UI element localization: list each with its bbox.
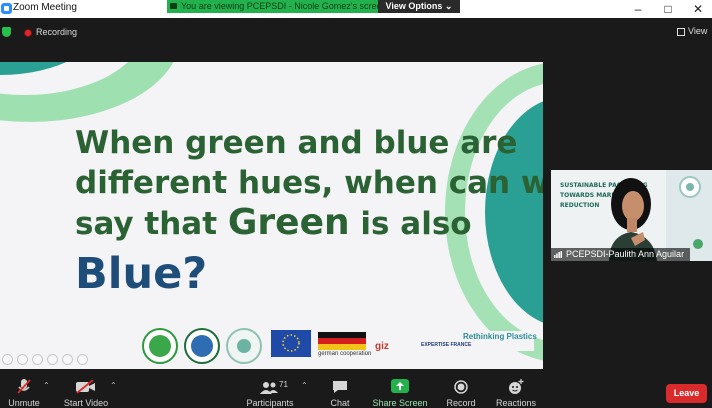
record-icon [454, 380, 468, 394]
participants-icon [260, 382, 278, 394]
unmute-label: Unmute [8, 398, 40, 408]
leave-meeting-button[interactable]: Leave [666, 384, 707, 403]
participants-label: Participants [246, 398, 294, 408]
reactions-button[interactable]: Reactions [494, 375, 538, 408]
share-screen-icon [170, 3, 177, 9]
sponsor-logos: german cooperation giz EXPERTISE FRANCE … [140, 327, 540, 367]
participants-button[interactable]: 71 Participants [244, 375, 296, 408]
german-cooperation-logo: german cooperation [318, 351, 372, 357]
zoom-app-icon [1, 3, 12, 14]
video-options-chevron-icon[interactable]: ⌃ [110, 381, 117, 390]
unmute-button[interactable]: Unmute [2, 375, 46, 408]
meeting-toolbar: Unmute ⌃ Start Video ⌃ 71 Participants ⌃… [0, 375, 712, 408]
minimize-icon[interactable]: – [628, 1, 648, 17]
reactions-icon [509, 379, 524, 394]
recording-label: Recording [36, 27, 78, 37]
grid-view-icon[interactable] [677, 28, 685, 36]
slide-line-3-pre: say that [75, 206, 228, 242]
audio-options-chevron-icon[interactable]: ⌃ [43, 381, 50, 390]
signal-strength-icon [554, 251, 562, 258]
reactions-label: Reactions [495, 398, 537, 408]
view-options-button[interactable]: View Options ⌄ [378, 0, 460, 13]
eraser-tool-icon[interactable] [47, 354, 58, 365]
window-title: Zoom Meeting [13, 2, 77, 13]
rethinking-plastics-logo: Rethinking Plastics [463, 332, 537, 341]
slide-line-3-post: is also [349, 206, 472, 242]
start-video-label: Start Video [63, 398, 109, 408]
view-options-label: View Options [385, 1, 443, 11]
slide-heading: When green and blue are different hues, … [75, 123, 543, 299]
record-button[interactable]: Record [440, 375, 482, 408]
record-label: Record [446, 398, 476, 408]
start-video-button[interactable]: Start Video [62, 375, 110, 408]
screen-share-banner: You are viewing PCEPSDI - Nicole Gomez's… [167, 0, 386, 13]
shield-icon[interactable] [2, 27, 11, 37]
share-screen-button[interactable]: Share Screen [372, 375, 428, 408]
expertise-france-logo: EXPERTISE FRANCE [421, 342, 472, 348]
participants-options-chevron-icon[interactable]: ⌃ [301, 381, 308, 390]
slide-word-green: Green [227, 202, 350, 243]
view-button[interactable]: View [688, 26, 707, 36]
screen-share-banner-text: You are viewing PCEPSDI - Nicole Gomez's… [181, 1, 387, 11]
video-off-icon [76, 380, 95, 394]
slide-word-blue: Blue? [75, 249, 208, 299]
recording-icon [24, 29, 32, 37]
zoom-tool-icon[interactable] [62, 354, 73, 365]
giz-logo: giz [375, 341, 389, 352]
share-screen-label: Share Screen [372, 398, 428, 408]
share-screen-icon [391, 379, 409, 393]
highlighter-tool-icon[interactable] [32, 354, 43, 365]
pen-tool-icon[interactable] [17, 354, 28, 365]
chat-button[interactable]: Chat [322, 375, 358, 408]
participant-video-tile[interactable]: SUSTAINABLE PACKAGING TOWARDS MARINE LIT… [551, 170, 712, 261]
pointer-tool-icon[interactable] [2, 354, 13, 365]
chat-label: Chat [330, 398, 350, 408]
more-tools-icon[interactable] [77, 354, 88, 365]
shared-screen-slide: When green and blue are different hues, … [0, 62, 543, 369]
participants-count: 71 [279, 380, 288, 389]
participant-name-label: PCEPSDI-Paulith Ann Aguilar [551, 248, 691, 261]
slide-line-1: When green and blue are [75, 125, 518, 161]
chevron-down-icon: ⌄ [444, 1, 453, 11]
chat-icon [333, 381, 347, 393]
slide-line-3: say that Green is also [75, 203, 543, 244]
microphone-muted-icon [17, 379, 31, 394]
participant-name: PCEPSDI-Paulith Ann Aguilar [566, 249, 685, 259]
maximize-icon[interactable]: □ [658, 1, 678, 17]
slide-line-2: different hues, when can we [75, 165, 543, 201]
meeting-topbar: Recording View [0, 18, 712, 44]
close-icon[interactable]: ✕ [688, 1, 708, 17]
